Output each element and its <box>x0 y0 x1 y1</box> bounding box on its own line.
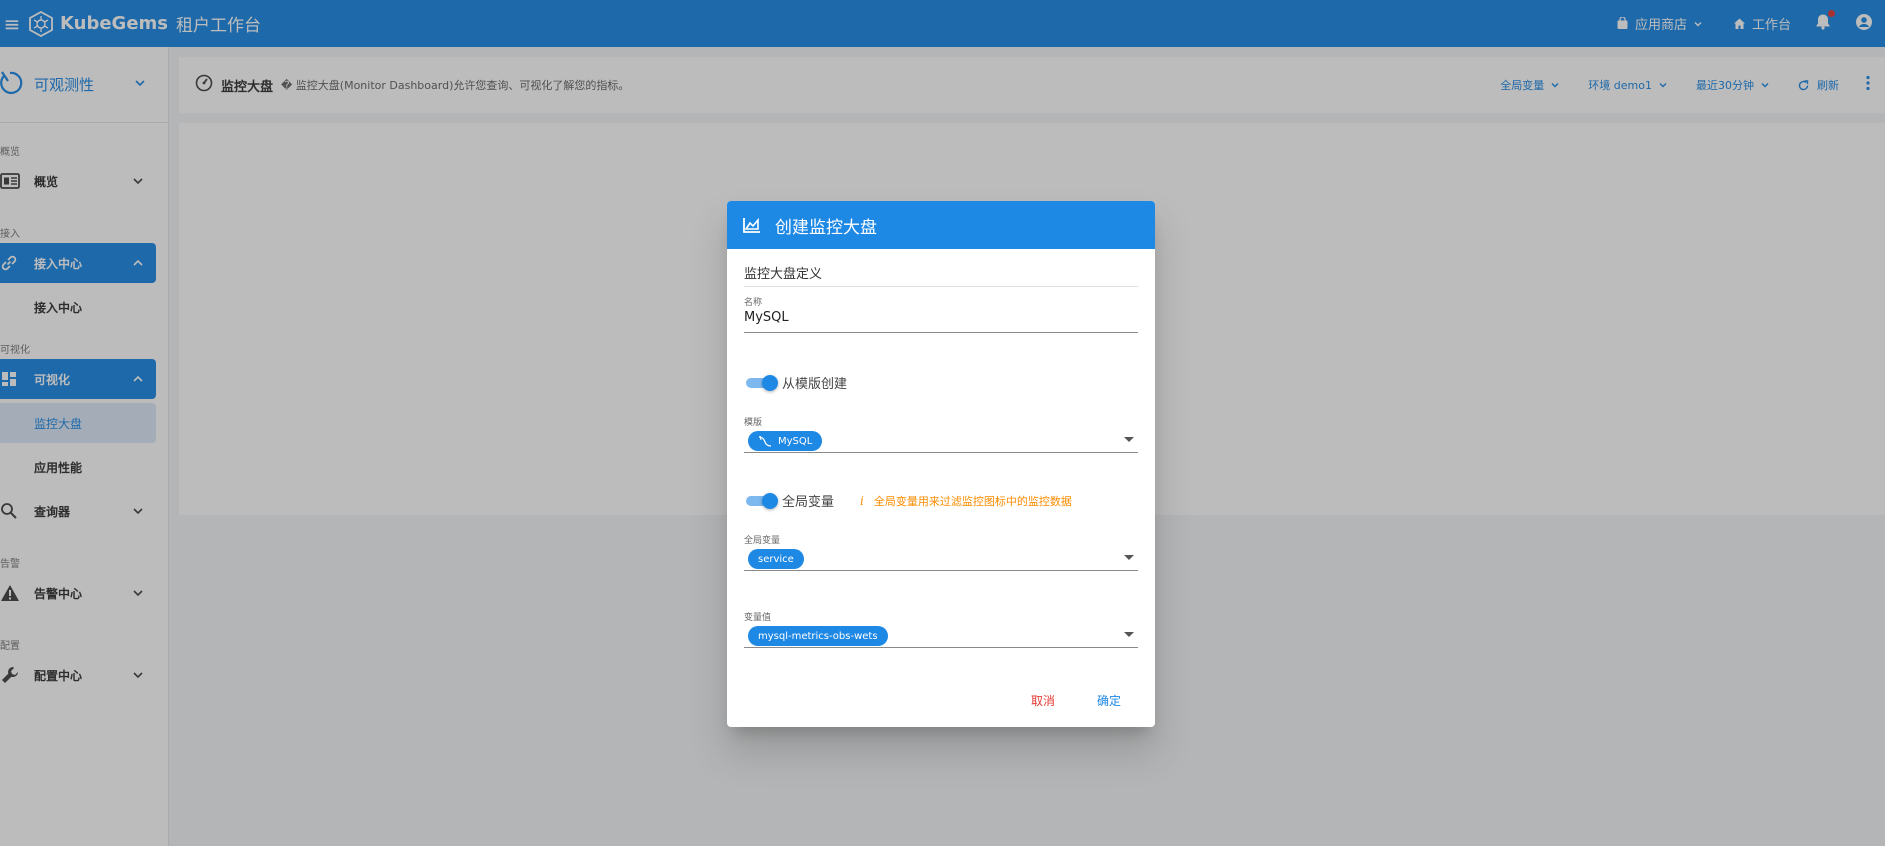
from-template-switch-row: 从模版创建 <box>744 373 847 392</box>
cancel-button[interactable]: 取消 <box>1025 688 1061 713</box>
global-var-chip[interactable]: service <box>748 549 804 569</box>
dropdown-arrow-icon <box>1124 437 1134 442</box>
var-value-select[interactable]: 变量值 mysql-metrics-obs-wets <box>744 610 1138 648</box>
var-value-select-label: 变量值 <box>744 613 772 623</box>
var-value-chip[interactable]: mysql-metrics-obs-wets <box>748 626 888 646</box>
global-var-switch-row: 全局变量 i 全局变量用来过滤监控图标中的监控数据 <box>744 491 1072 510</box>
global-var-switch[interactable] <box>744 492 778 509</box>
create-dashboard-dialog: 创建监控大盘 监控大盘定义 名称 MySQL 从模版创建 模版 MySQL 全局… <box>727 201 1155 727</box>
global-var-chip-label: service <box>758 553 794 565</box>
dialog-title: 创建监控大盘 <box>775 217 877 238</box>
name-field-label: 名称 <box>744 298 763 308</box>
template-select-label: 模版 <box>744 418 763 428</box>
from-template-label: 从模版创建 <box>782 377 848 392</box>
mysql-icon <box>758 435 772 447</box>
chart-area-icon <box>743 217 760 233</box>
global-var-hint: i 全局变量用来过滤监控图标中的监控数据 <box>860 493 1072 509</box>
dropdown-arrow-icon <box>1124 555 1134 560</box>
from-template-switch[interactable] <box>744 374 778 391</box>
name-field-value: MySQL <box>744 310 789 325</box>
global-var-select[interactable]: 全局变量 service <box>744 533 1138 571</box>
template-chip-label: MySQL <box>778 435 813 447</box>
dialog-section-title: 监控大盘定义 <box>744 263 1138 287</box>
var-value-chip-label: mysql-metrics-obs-wets <box>758 630 878 642</box>
info-icon: i <box>860 493 864 508</box>
dropdown-arrow-icon <box>1124 632 1134 637</box>
name-field[interactable]: 名称 MySQL <box>744 295 1138 333</box>
template-chip[interactable]: MySQL <box>748 431 823 451</box>
confirm-button[interactable]: 确定 <box>1091 688 1127 713</box>
global-var-switch-label: 全局变量 <box>782 495 835 510</box>
global-var-hint-text: 全局变量用来过滤监控图标中的监控数据 <box>873 494 1072 508</box>
global-var-select-label: 全局变量 <box>744 536 781 546</box>
dialog-header: 创建监控大盘 <box>727 201 1155 249</box>
template-select[interactable]: 模版 MySQL <box>744 415 1138 453</box>
dialog-actions: 取消 确定 <box>1025 688 1127 713</box>
